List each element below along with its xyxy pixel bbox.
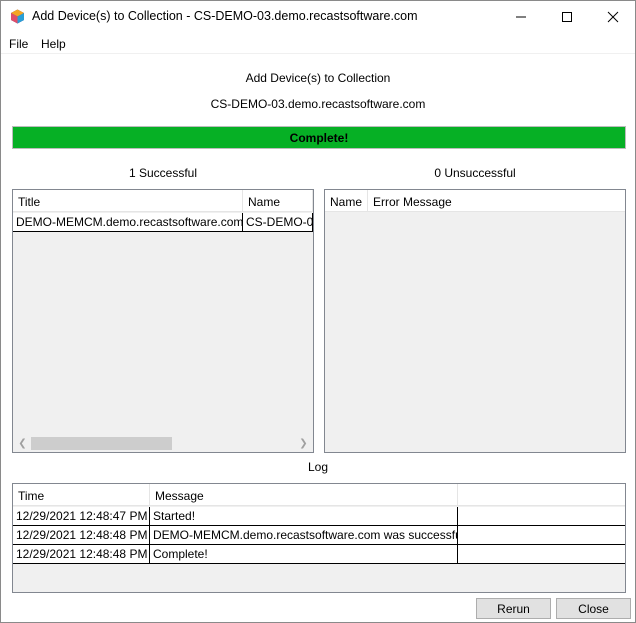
cell-time: 12/29/2021 12:48:47 PM: [13, 507, 150, 526]
scrollbar-thumb[interactable]: [31, 437, 172, 450]
table-row[interactable]: 12/29/2021 12:48:48 PM DEMO-MEMCM.demo.r…: [13, 526, 625, 545]
chevron-right-icon[interactable]: ❯: [295, 435, 312, 452]
successful-grid-header: Title Name: [13, 190, 313, 212]
dialog-content: Add Device(s) to Collection CS-DEMO-03.d…: [1, 54, 635, 622]
maximize-icon: [562, 11, 572, 22]
minimize-icon: [516, 16, 526, 17]
log-grid-header: Time Message: [13, 484, 625, 506]
close-button[interactable]: Close: [556, 598, 631, 619]
column-header-name[interactable]: Name: [243, 190, 313, 212]
log-label: Log: [307, 460, 329, 474]
menu-help[interactable]: Help: [41, 37, 66, 51]
recast-app-icon: [10, 9, 25, 24]
unsuccessful-count: 0 Unsuccessful: [434, 166, 516, 180]
dialog-window: Add Device(s) to Collection - CS-DEMO-03…: [0, 0, 636, 623]
menu-file[interactable]: File: [9, 37, 28, 51]
close-window-button[interactable]: [590, 1, 636, 32]
horizontal-scrollbar[interactable]: ❮ ❯: [14, 435, 312, 452]
cell-message: DEMO-MEMCM.demo.recastsoftware.com was s…: [150, 526, 458, 545]
menu-bar: File Help: [1, 32, 635, 54]
window-title: Add Device(s) to Collection - CS-DEMO-03…: [32, 9, 418, 23]
page-title: Add Device(s) to Collection: [245, 71, 391, 85]
progress-label: Complete!: [289, 130, 349, 145]
cell-time: 12/29/2021 12:48:48 PM: [13, 545, 150, 564]
cell-blank: [458, 507, 625, 526]
log-grid[interactable]: Time Message 12/29/2021 12:48:47 PM Star…: [12, 483, 626, 593]
cell-time: 12/29/2021 12:48:48 PM: [13, 526, 150, 545]
title-bar[interactable]: Add Device(s) to Collection - CS-DEMO-03…: [1, 1, 635, 32]
rerun-button[interactable]: Rerun: [476, 598, 551, 619]
unsuccessful-grid-header: Name Error Message: [325, 190, 625, 212]
progress-bar: Complete!: [12, 126, 626, 149]
cell-blank: [458, 545, 625, 564]
column-header-blank: [458, 484, 625, 506]
column-header-title[interactable]: Title: [13, 190, 243, 212]
table-row[interactable]: DEMO-MEMCM.demo.recastsoftware.com CS-DE…: [13, 213, 313, 232]
column-header-time[interactable]: Time: [13, 484, 150, 506]
close-icon: [607, 11, 619, 22]
cell-blank: [458, 526, 625, 545]
table-row[interactable]: 12/29/2021 12:48:48 PM Complete!: [13, 545, 625, 564]
column-header-name[interactable]: Name: [325, 190, 368, 212]
cell-name: CS-DEMO-03.demo.recastsoftware.com: [243, 213, 313, 232]
cell-message: Complete!: [150, 545, 458, 564]
minimize-button[interactable]: [498, 1, 544, 32]
cell-message: Started!: [150, 507, 458, 526]
column-header-message[interactable]: Message: [150, 484, 458, 506]
maximize-button[interactable]: [544, 1, 590, 32]
cell-title: DEMO-MEMCM.demo.recastsoftware.com: [13, 213, 243, 232]
chevron-left-icon[interactable]: ❮: [14, 435, 31, 452]
column-header-error-message[interactable]: Error Message: [368, 190, 625, 212]
server-name: CS-DEMO-03.demo.recastsoftware.com: [210, 97, 426, 111]
table-row[interactable]: 12/29/2021 12:48:47 PM Started!: [13, 507, 625, 526]
unsuccessful-grid[interactable]: Name Error Message: [324, 189, 626, 453]
successful-grid[interactable]: Title Name DEMO-MEMCM.demo.recastsoftwar…: [12, 189, 314, 453]
successful-count: 1 Successful: [128, 166, 198, 180]
